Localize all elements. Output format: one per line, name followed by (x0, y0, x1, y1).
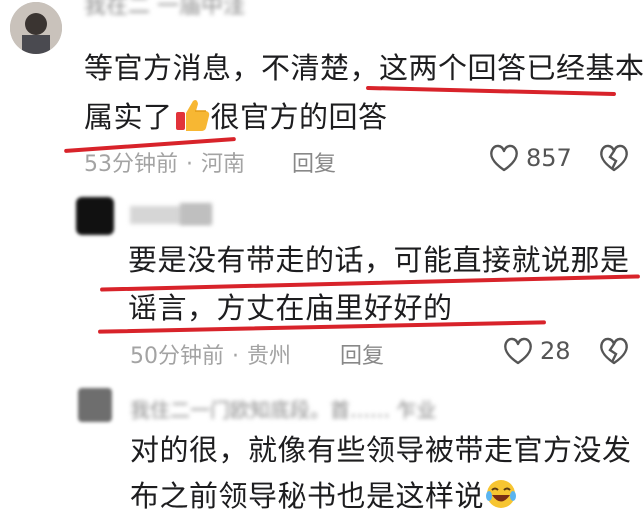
comment-text-fragment: 布之前领导秘书也是这样说 (130, 479, 485, 513)
username[interactable]: 我住二一门欧知底段。首…… 乍业 (130, 394, 436, 423)
location: 贵州 (247, 344, 292, 369)
heart-icon (504, 337, 532, 365)
location: 河南 (201, 152, 246, 177)
comment-text-fragment: 属实了 (84, 100, 173, 134)
avatar[interactable] (76, 197, 114, 235)
like-count: 857 (526, 144, 572, 172)
like-button[interactable]: 857 (488, 143, 572, 173)
comment-text-line: 属实了 很官方的回答 (84, 97, 388, 141)
comment-meta: 50分钟前 · 贵州 (130, 344, 292, 369)
comment-text-line: 谣言，方丈在庙里好好的 (128, 291, 453, 325)
comment-text-line: 布之前领导秘书也是这样说 (130, 478, 518, 518)
like-count: 28 (540, 337, 571, 365)
avatar[interactable] (10, 2, 62, 54)
comment-meta: 53分钟前 · 河南 (84, 152, 246, 177)
comment-text-fragment: 很官方的回答 (210, 100, 388, 134)
thumbs-up-emoji-icon (173, 97, 211, 141)
dislike-button[interactable] (598, 143, 630, 173)
username[interactable]: 我在二 一庙中洼 (84, 0, 245, 20)
comment-text-line: 要是没有带走的话，可能直接就说那是 (128, 243, 630, 277)
like-button[interactable]: 28 (502, 336, 571, 366)
timestamp: 50分钟前 (130, 344, 224, 369)
username-redacted (180, 203, 212, 225)
red-underline (365, 85, 617, 97)
avatar-photo (10, 2, 62, 54)
avatar[interactable] (78, 388, 112, 422)
reply-button[interactable]: 回复 (292, 146, 336, 178)
laughing-crying-emoji-icon (484, 478, 518, 518)
comment-text-line: 对的很，就像有些领导被带走官方没发 (130, 433, 632, 467)
broken-heart-icon (600, 337, 628, 365)
timestamp: 53分钟前 (84, 152, 178, 177)
comment-text-line: 等官方消息，不清楚，这两个回答已经基本 (84, 51, 644, 85)
broken-heart-icon (600, 144, 628, 172)
heart-icon (490, 144, 518, 172)
dislike-button[interactable] (598, 336, 630, 366)
reply-button[interactable]: 回复 (340, 338, 384, 370)
